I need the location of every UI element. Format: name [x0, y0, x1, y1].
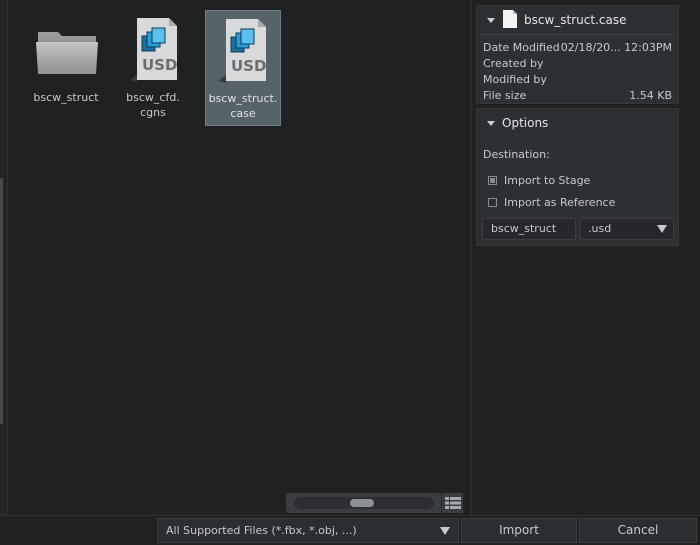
extension-value: .usd: [588, 222, 612, 235]
grid-view-icon: [445, 497, 461, 509]
file-type-filter-dropdown[interactable]: All Supported Files (*.fbx, *.obj, ...): [157, 518, 459, 543]
file-info-header[interactable]: bscw_struct.case: [477, 6, 678, 34]
dropdown-arrow-icon: [440, 527, 450, 535]
date-modified-value: 02/18/20... 12:03PM: [560, 41, 672, 54]
svg-text:USD: USD: [231, 57, 266, 75]
created-by-label: Created by: [483, 57, 544, 70]
left-scrollbar-thumb[interactable]: [0, 178, 3, 424]
import-as-reference-label: Import as Reference: [504, 195, 616, 209]
folder-icon: [28, 14, 104, 90]
date-modified-label: Date Modified: [483, 41, 560, 54]
options-title: Options: [502, 116, 549, 130]
left-scrollbar[interactable]: [0, 0, 8, 515]
file-item-label: bscw_cfd. cgns: [126, 91, 180, 119]
horizontal-scrollbar[interactable]: [286, 493, 441, 513]
file-item-bscw-struct-folder[interactable]: bscw_struct: [28, 10, 104, 126]
details-panel: bscw_struct.case Date Modified 02/18/20.…: [472, 0, 700, 515]
file-type-filter-value: All Supported Files (*.fbx, *.obj, ...): [166, 524, 357, 537]
document-icon: [502, 9, 518, 32]
usd-file-icon: USD: [115, 14, 191, 90]
horizontal-scrollbar-thumb[interactable]: [350, 499, 374, 507]
file-item-label: bscw_struct. case: [208, 92, 278, 120]
import-button[interactable]: Import: [461, 518, 577, 543]
footer-bar: All Supported Files (*.fbx, *.obj, ...) …: [0, 515, 700, 545]
grid-view-toggle[interactable]: [441, 493, 463, 513]
destination-label: Destination:: [483, 148, 550, 161]
file-info-section: bscw_struct.case Date Modified 02/18/20.…: [476, 5, 679, 104]
cancel-button[interactable]: Cancel: [579, 518, 697, 543]
import-as-reference-option[interactable]: Import as Reference: [477, 194, 678, 210]
file-size-row: File size 1.54 KB: [477, 88, 678, 104]
date-modified-row: Date Modified 02/18/20... 12:03PM: [477, 40, 678, 56]
import-as-reference-radio[interactable]: [488, 197, 497, 207]
modified-by-label: Modified by: [483, 73, 547, 86]
file-item-bscw-cfd-cgns[interactable]: USD bscw_cfd. cgns: [115, 10, 191, 126]
import-to-stage-label: Import to Stage: [504, 173, 591, 187]
horizontal-scrollbar-track: [294, 497, 434, 509]
file-size-label: File size: [483, 89, 527, 102]
prim-name-input[interactable]: bscw_struct: [482, 218, 576, 240]
options-header[interactable]: Options: [477, 109, 678, 137]
import-to-stage-radio[interactable]: [488, 175, 497, 185]
file-item-bscw-struct-case[interactable]: USD bscw_struct. case: [205, 10, 281, 126]
created-by-row: Created by: [477, 56, 678, 72]
file-browser-pane: bscw_struct USD bscw_cfd. cgns USD bscw_…: [9, 0, 470, 515]
collapse-triangle-icon: [487, 120, 495, 126]
file-size-value: 1.54 KB: [629, 89, 672, 102]
dropdown-arrow-icon: [657, 225, 667, 233]
collapse-triangle-icon: [487, 17, 495, 23]
import-to-stage-option[interactable]: Import to Stage: [477, 172, 678, 188]
file-item-label: bscw_struct: [33, 91, 99, 104]
options-section: Options Destination: Import to Stage Imp…: [476, 108, 679, 246]
import-dialog: bscw_struct USD bscw_cfd. cgns USD bscw_…: [0, 0, 700, 545]
extension-dropdown[interactable]: .usd: [580, 218, 674, 240]
modified-by-row: Modified by: [477, 72, 678, 88]
svg-text:USD: USD: [142, 56, 177, 74]
file-info-filename: bscw_struct.case: [524, 13, 627, 27]
usd-file-icon: USD: [206, 15, 280, 91]
